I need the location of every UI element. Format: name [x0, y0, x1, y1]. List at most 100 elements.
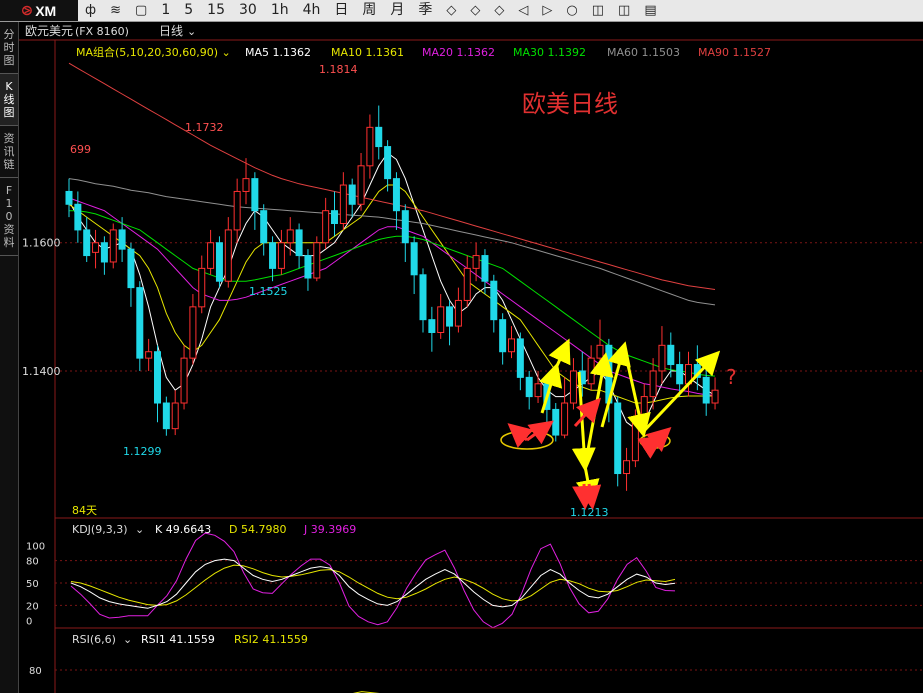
ma-line-ma30 — [69, 210, 716, 377]
xm-logo: ⧁ XM — [0, 0, 78, 21]
ma-group-label[interactable]: MA组合(5,10,20,30,60,90) ⌄ — [76, 45, 231, 59]
candle-body — [83, 229, 91, 257]
rsi-title: RSI(6,6) — [72, 633, 116, 646]
period-30m[interactable]: 30 — [232, 0, 264, 21]
candle-body — [649, 370, 657, 398]
chart-area[interactable]: 欧元美元 (FX 8160) 日线 ⌄ MA组合(5,10,20,30,60,9… — [19, 22, 923, 693]
kdj-tick-label: 20 — [26, 601, 39, 612]
price-label-h1: 1.1732 — [185, 121, 224, 134]
candle-body — [525, 376, 533, 398]
kdj-j-value: J 39.3969 — [303, 523, 356, 536]
kdj-line-d — [70, 564, 676, 606]
candles — [65, 105, 719, 491]
candle-body — [277, 242, 285, 269]
rsi2-value: RSI2 41.1559 — [234, 633, 308, 646]
draw-icon[interactable]: ≋ — [103, 0, 128, 21]
price-tick-label: 1.1400 — [22, 365, 61, 378]
rsi-chevron-icon[interactable]: ⌄ — [123, 633, 132, 646]
price-label-high_left: 699 — [70, 143, 91, 156]
crosshair-icon[interactable]: ф — [78, 0, 103, 21]
candle-body — [198, 267, 206, 308]
period-5m[interactable]: 5 — [177, 0, 200, 21]
period-month[interactable]: 月 — [383, 0, 411, 21]
price-label-l3: 1.1213 — [570, 506, 609, 519]
circle-icon[interactable]: ○ — [559, 0, 584, 21]
candle-body — [109, 229, 117, 263]
candle-body — [640, 396, 648, 423]
candle-body — [490, 280, 498, 321]
candle-body — [596, 344, 604, 359]
zoom-in-icon[interactable]: ◇ — [439, 0, 463, 21]
kdj-chevron-icon[interactable]: ⌄ — [135, 523, 144, 536]
candle-body — [676, 364, 684, 385]
red-arrow — [572, 483, 597, 510]
price-labels: 699 1.1732 1.1814 1.1525 1.1299 1.1213 — [70, 63, 609, 519]
candle-body — [552, 408, 560, 436]
candle-body — [339, 184, 347, 225]
period-day[interactable]: 日 — [327, 0, 355, 21]
ma-line-ma90 — [68, 62, 716, 290]
yellow-arrow — [548, 338, 571, 369]
candle-body — [392, 178, 400, 212]
toolbar: ⧁ XM ф ≋ ▢ 1 5 15 30 1h 4h 日周月季 ◇ ◇ ◇ ◁ ▷ ○ ◫ ◫ ▤ — [0, 0, 923, 22]
candle-body — [472, 255, 480, 269]
window-icon[interactable]: ▢ — [128, 0, 154, 21]
chevron-down-icon[interactable]: ⌄ — [187, 25, 196, 38]
candle-body — [516, 338, 524, 378]
period-quarter[interactable]: 季 — [411, 0, 439, 21]
candle-body — [260, 210, 268, 244]
sidebar-item-kline[interactable]: K线图 — [0, 74, 18, 126]
period-1m[interactable]: 1 — [154, 0, 177, 21]
sidebar-item-f10[interactable]: F10资料 — [0, 178, 18, 256]
candle-body — [207, 242, 215, 269]
candle-body — [304, 255, 312, 279]
grid-icon[interactable]: ▤ — [637, 0, 663, 21]
kdj-tick-label: 80 — [26, 557, 39, 568]
candle-body — [446, 306, 454, 327]
rsi-panel: 8050 — [29, 666, 923, 693]
candle-body — [233, 190, 241, 231]
candle-body — [366, 126, 374, 167]
forward-icon[interactable]: ▷ — [535, 0, 559, 21]
period-4h[interactable]: 4h — [296, 0, 328, 21]
ma-legend-item: MA30 1.1392 — [513, 46, 586, 59]
candle-body — [118, 229, 126, 250]
candle-body — [295, 229, 303, 257]
candle-body — [286, 229, 294, 244]
split-icon[interactable]: ◫ — [611, 0, 637, 21]
shift-icon[interactable]: ◇ — [487, 0, 511, 21]
kdj-title: KDJ(9,3,3) — [72, 523, 128, 536]
period-week[interactable]: 周 — [355, 0, 383, 21]
ma-legend: MA组合(5,10,20,30,60,90) ⌄ MA5 1.1362 MA10 1… — [76, 45, 771, 59]
period-select[interactable]: 日线 — [159, 24, 183, 38]
ma-line-ma60 — [68, 178, 716, 306]
candle-body — [145, 351, 153, 359]
candle-body — [322, 210, 330, 244]
candle-body — [401, 210, 409, 244]
candle-body — [499, 319, 507, 353]
rsi1-value: RSI1 41.1559 — [141, 633, 215, 646]
candle-body — [162, 402, 170, 430]
candle-body — [587, 357, 595, 385]
candle-body — [189, 306, 197, 359]
zoom-out-icon[interactable]: ◇ — [463, 0, 487, 21]
back-icon[interactable]: ◁ — [511, 0, 535, 21]
sidebar-item-timeshare[interactable]: 分时图 — [0, 22, 18, 74]
period-15m[interactable]: 15 — [200, 0, 232, 21]
candle-body — [180, 357, 188, 404]
candle-body — [384, 146, 392, 180]
kdj-tick-label: 50 — [26, 579, 39, 590]
kdj-line-j — [70, 532, 676, 629]
candle-body — [224, 229, 232, 282]
ma-legend-item: MA20 1.1362 — [422, 46, 495, 59]
sidebar: 分时图K线图资讯链F10资料 — [0, 22, 19, 693]
candle-body — [251, 178, 259, 212]
candle-body — [357, 165, 365, 205]
price-tick-label: 1.1600 — [22, 237, 61, 250]
period-1h[interactable]: 1h — [264, 0, 296, 21]
red-arrow — [526, 420, 554, 445]
candle-body — [702, 376, 710, 404]
candle-body — [74, 203, 82, 231]
sidebar-item-news[interactable]: 资讯链 — [0, 126, 18, 178]
layout-icon[interactable]: ◫ — [585, 0, 611, 21]
